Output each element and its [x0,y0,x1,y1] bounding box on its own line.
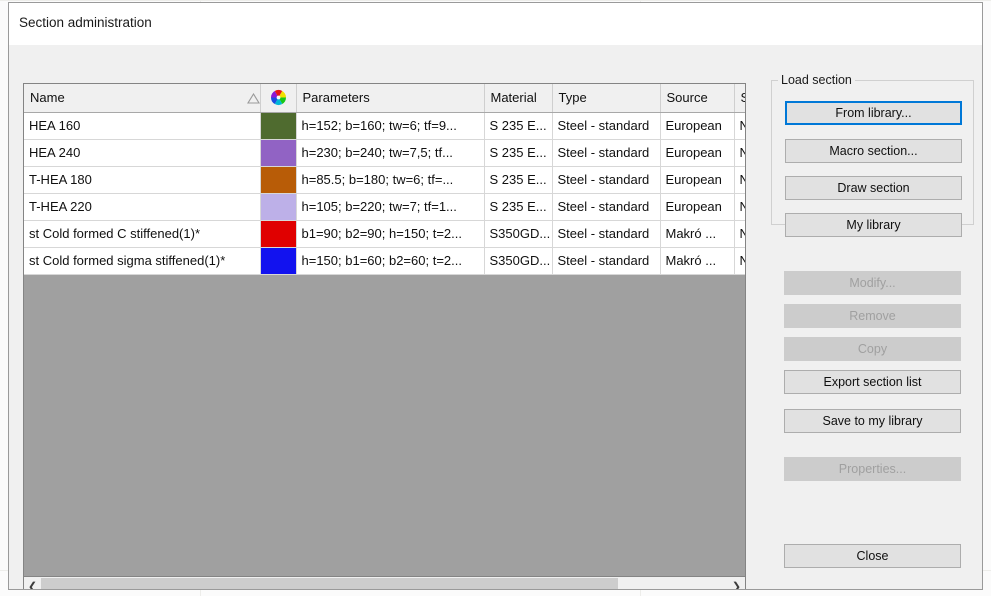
cell-parameters: h=150; b1=60; b2=60; t=2... [296,247,485,275]
scrollbar-thumb[interactable] [41,578,619,589]
cell-parameters: h=230; b=240; tw=7,5; tf... [296,139,485,167]
section-color-swatch[interactable] [260,193,297,221]
my-library-button[interactable]: My library [785,213,962,237]
column-header-label: Material [490,90,537,106]
export-section-list-button[interactable]: Export section list [784,370,961,394]
section-list-viewport: Name Parameters Material Type Source S HEA 16… [24,84,745,576]
scroll-left-arrow-icon[interactable]: ❮ [24,577,41,589]
column-header-label: Parameters [302,90,370,106]
table-row[interactable]: HEA 160 h=152; b=160; tw=6; tf=9... S 235 … [24,112,745,140]
cell-type: Steel - standard [552,112,661,140]
cell-extra: N [734,193,745,221]
cell-parameters: h=85.5; b=180; tw=6; tf=... [296,166,485,194]
column-header-parameters[interactable]: Parameters [296,84,485,113]
macro-section-button[interactable]: Macro section... [785,139,962,163]
cell-name: T-HEA 220 [24,193,261,221]
color-swatch-fill [260,139,295,165]
section-table: Name Parameters Material Type Source S HEA 16… [24,84,745,275]
section-color-swatch[interactable] [260,112,297,140]
section-color-swatch[interactable] [260,139,297,167]
cell-parameters: h=152; b=160; tw=6; tf=9... [296,112,485,140]
cell-source: European [660,166,735,194]
cell-name: HEA 160 [24,112,261,140]
properties-button[interactable]: Properties... [784,457,961,481]
column-header-name[interactable]: Name [24,84,261,113]
dialog-client-area: Name Parameters Material Type Source S HEA 16… [9,45,982,589]
section-color-swatch[interactable] [260,166,297,194]
remove-button[interactable]: Remove [784,304,961,328]
cell-material: S350GD... [484,220,553,248]
color-swatch-fill [260,166,295,192]
column-header-label: Source [666,90,708,106]
copy-button[interactable]: Copy [784,337,961,361]
color-swatch-fill [260,112,295,138]
cell-source: European [660,193,735,221]
cell-source: Makró ... [660,220,735,248]
color-swatch-fill [260,247,295,273]
cell-extra: N [734,220,745,248]
cell-material: S 235 E... [484,166,553,194]
from-library-button[interactable]: From library... [785,101,962,125]
cell-material: S 235 E... [484,193,553,221]
cell-material: S 235 E... [484,139,553,167]
cell-extra: N [734,166,745,194]
table-row[interactable]: T-HEA 180 h=85.5; b=180; tw=6; tf=... S 23… [24,166,745,194]
page-title: Section administration [19,15,152,30]
side-button-panel: Load section From library... Macro secti… [761,45,982,589]
table-header-row: Name Parameters Material Type Source S [24,84,746,113]
column-header-type[interactable]: Type [552,84,661,113]
cell-parameters: b1=90; b2=90; h=150; t=2... [296,220,485,248]
table-row[interactable]: st Cold formed C stiffened(1)* b1=90; b2=… [24,220,745,248]
cell-name: st Cold formed sigma stiffened(1)* [24,247,261,275]
cell-extra: N [734,139,745,167]
cell-source: European [660,112,735,140]
table-row[interactable]: T-HEA 220 h=105; b=220; tw=7; tf=1... S 23… [24,193,745,221]
column-header-label: S [741,90,746,105]
cell-name: st Cold formed C stiffened(1)* [24,220,261,248]
close-button[interactable]: Close [784,544,961,568]
cell-type: Steel - standard [552,247,661,275]
cell-material: S 235 E... [484,112,553,140]
load-section-group-legend: Load section [781,73,852,87]
column-header-label: Name [30,90,65,106]
save-to-my-library-button[interactable]: Save to my library [784,409,961,433]
column-header-material[interactable]: Material [484,84,553,113]
color-swatch-fill [260,193,295,219]
column-header-label: Type [558,90,587,106]
section-color-swatch[interactable] [260,247,297,275]
column-header-extra[interactable]: S [734,84,746,113]
cell-extra: N [734,112,745,140]
cell-parameters: h=105; b=220; tw=7; tf=1... [296,193,485,221]
scroll-right-arrow-icon[interactable]: ❯ [728,577,745,589]
cell-name: HEA 240 [24,139,261,167]
sort-ascending-icon [241,93,259,104]
load-section-group: Load section From library... Macro secti… [771,73,974,237]
column-header-source[interactable]: Source [660,84,735,113]
cell-source: European [660,139,735,167]
cell-name: T-HEA 180 [24,166,261,194]
cell-material: S350GD... [484,247,553,275]
cell-type: Steel - standard [552,139,661,167]
color-swatch-fill [260,220,295,246]
cell-type: Steel - standard [552,166,661,194]
column-header-color[interactable] [260,84,297,113]
dialog-titlebar: Section administration [9,3,982,45]
draw-section-button[interactable]: Draw section [785,176,962,200]
color-wheel-icon [267,89,290,106]
scrollbar-track[interactable] [41,577,728,589]
horizontal-scrollbar[interactable]: ❮ ❯ [23,577,746,589]
section-administration-dialog: Section administration Name Parameters Mat… [8,2,983,590]
cell-type: Steel - standard [552,193,661,221]
section-list[interactable]: Name Parameters Material Type Source S HEA 16… [23,83,746,577]
section-color-swatch[interactable] [260,220,297,248]
cell-type: Steel - standard [552,220,661,248]
modify-button[interactable]: Modify... [784,271,961,295]
cell-extra: N [734,247,745,275]
cell-source: Makró ... [660,247,735,275]
table-row[interactable]: HEA 240 h=230; b=240; tw=7,5; tf... S 235 … [24,139,745,167]
table-row[interactable]: st Cold formed sigma stiffened(1)* h=150;… [24,247,745,275]
